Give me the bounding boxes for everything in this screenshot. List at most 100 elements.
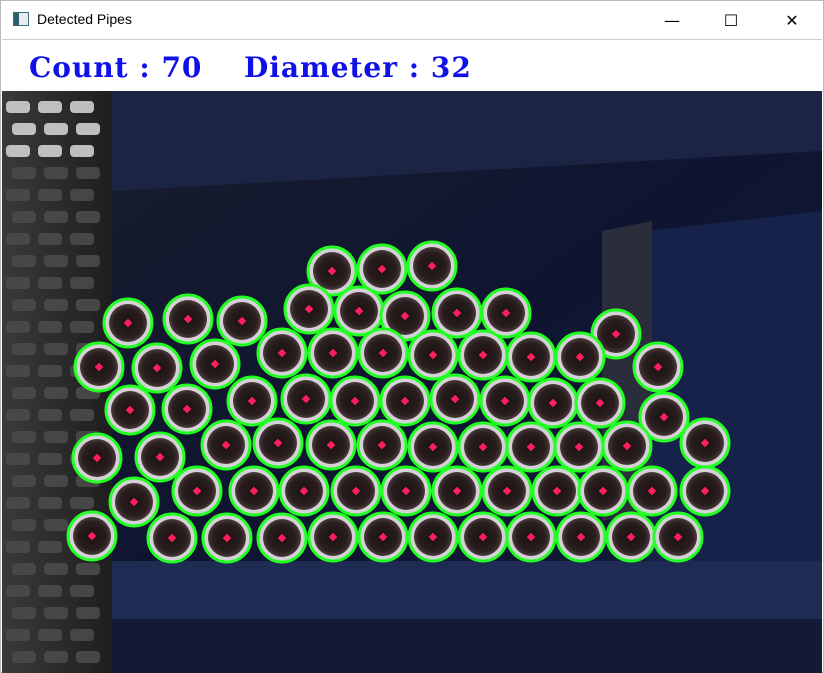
rack-tube-end [70,585,94,597]
rack-tube-end [44,123,68,135]
rack-tube-end [12,519,36,531]
detected-pipe [407,421,459,473]
rack-tube-end [38,233,62,245]
detected-pipe [283,283,335,335]
detected-pipe [481,465,533,517]
detected-pipe [505,511,557,563]
rack-tube-end [70,233,94,245]
rack-tube-end [6,101,30,113]
rack-tube-end [6,189,30,201]
detected-pipe [652,511,704,563]
detected-pipe [256,327,308,379]
rack-tube-end [44,255,68,267]
rack-tube-end [70,497,94,509]
rack-tube-end [76,123,100,135]
rack-tube-end [44,211,68,223]
rack-tube-end [12,299,36,311]
detected-pipe [505,331,557,383]
detected-pipe [505,421,557,473]
rack-tube-end [6,585,30,597]
detected-pipe [577,465,629,517]
rack-tube-end [76,167,100,179]
rack-tube-end [6,409,30,421]
rack-tube-end [70,101,94,113]
pipe-count-label: Count : 70 [29,51,203,84]
rack-tube-end [12,475,36,487]
detected-pipe [480,287,532,339]
rack-tube-end [76,255,100,267]
rack-tube-end [44,431,68,443]
rack-tube-end [76,299,100,311]
detected-pipe [201,512,253,564]
pipe-diameter-label: Diameter : 32 [244,51,472,84]
detected-pipe [407,329,459,381]
rack-tube-end [6,233,30,245]
window-title: Detected Pipes [37,11,132,27]
detected-pipe [226,375,278,427]
rack-tube-end [12,255,36,267]
detected-pipe [256,512,308,564]
rack-tube-end [70,277,94,289]
rack-tube-end [12,651,36,663]
rack-tube-end [38,497,62,509]
title-bar[interactable]: Detected Pipes — ☐ ✕ [1,1,823,39]
detected-pipe [189,338,241,390]
rack-tube-end [38,321,62,333]
detected-pipe [679,465,731,517]
rack-tube-end [70,321,94,333]
detected-pipe [200,419,252,471]
detected-pipe [679,417,731,469]
detected-pipe [380,465,432,517]
detected-pipe [228,465,280,517]
rack-tube-end [12,343,36,355]
rack-tube-end [38,365,62,377]
rack-tube-end [6,321,30,333]
detected-pipe [406,240,458,292]
rack-tube-end [38,409,62,421]
detected-pipe [146,512,198,564]
rack-tube-end [6,497,30,509]
detected-pipe [71,432,123,484]
detected-pipe [531,465,583,517]
minimize-button[interactable]: — [649,1,695,39]
detected-pipe [329,375,381,427]
close-button[interactable]: ✕ [769,1,815,39]
rack-tube-end [12,123,36,135]
rack-tube-end [6,145,30,157]
detected-pipe [307,511,359,563]
rack-tube-end [38,189,62,201]
rack-tube-end [6,453,30,465]
rack-tube-end [70,189,94,201]
rack-tube-end [12,431,36,443]
rack-tube-end [70,409,94,421]
maximize-button[interactable]: ☐ [708,1,754,39]
detected-pipe [527,377,579,429]
rack-tube-end [44,519,68,531]
rack-tube-end [12,167,36,179]
detected-pipe [356,243,408,295]
detected-pipe [431,465,483,517]
detected-pipe [108,476,160,528]
rack-tube-end [44,651,68,663]
detected-pipe [574,377,626,429]
rack-tube-end [38,541,62,553]
rack-tube-end [12,211,36,223]
rack-tube-end [76,607,100,619]
rack-tube-end [38,145,62,157]
detected-pipe [305,419,357,471]
detected-pipe [330,465,382,517]
detected-pipe [162,293,214,345]
rack-tube-end [38,101,62,113]
detected-pipe [601,420,653,472]
app-icon [13,12,29,26]
rack-tube-end [44,387,68,399]
detected-pipe [457,421,509,473]
app-window: Detected Pipes — ☐ ✕ Count : 70 Diameter… [0,0,824,673]
detected-pipe [626,465,678,517]
detected-pipe [104,384,156,436]
detected-pipe [605,511,657,563]
rack-tube-end [44,475,68,487]
rack-tube-end [6,629,30,641]
detected-pipe [429,373,481,425]
detected-pipe [357,327,409,379]
